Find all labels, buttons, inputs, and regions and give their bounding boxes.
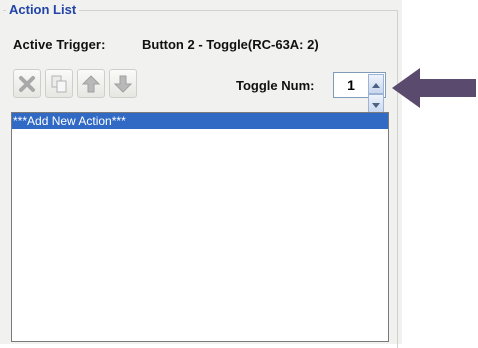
toggle-num-spinner[interactable]: 1 bbox=[333, 72, 386, 114]
group-title: Action List bbox=[6, 2, 80, 18]
toggle-num-label: Toggle Num: bbox=[236, 78, 315, 93]
copy-action-button[interactable] bbox=[45, 69, 73, 98]
spinner-buttons bbox=[368, 74, 384, 114]
delete-action-button[interactable] bbox=[13, 69, 41, 98]
active-trigger-label: Active Trigger: bbox=[13, 37, 106, 52]
arrow-up-icon bbox=[81, 74, 101, 94]
chevron-down-icon bbox=[372, 95, 380, 113]
list-item-add-new-action[interactable]: ***Add New Action*** bbox=[12, 113, 388, 129]
action-list-panel: Action List Active Trigger: Button 2 - T… bbox=[0, 0, 402, 348]
active-trigger-value: Button 2 - Toggle(RC-63A: 2) bbox=[142, 37, 319, 52]
callout-arrow-icon bbox=[392, 66, 476, 115]
arrow-down-icon bbox=[113, 74, 133, 94]
action-list[interactable]: ***Add New Action*** bbox=[11, 112, 389, 342]
toggle-num-value[interactable]: 1 bbox=[338, 76, 364, 94]
copy-icon bbox=[49, 74, 69, 94]
move-down-button[interactable] bbox=[109, 69, 137, 98]
spinner-down-button[interactable] bbox=[368, 94, 384, 114]
move-up-button[interactable] bbox=[77, 69, 105, 98]
delete-x-icon bbox=[17, 74, 37, 94]
spinner-up-button[interactable] bbox=[368, 74, 384, 94]
chevron-up-icon bbox=[372, 75, 380, 93]
